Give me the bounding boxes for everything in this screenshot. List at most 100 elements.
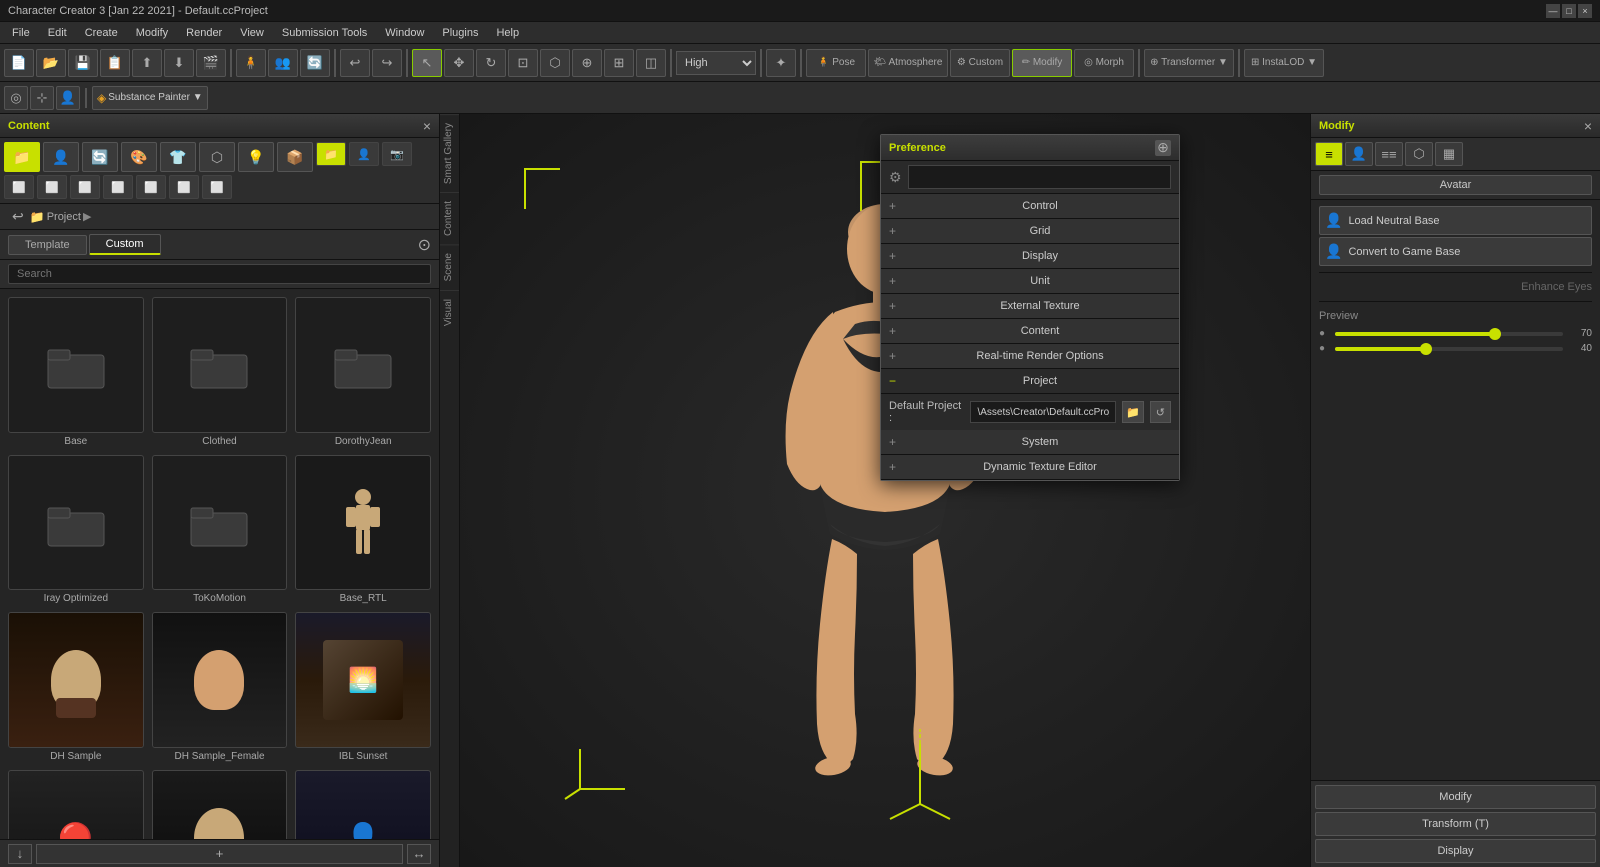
- asset-item-extra-2[interactable]: [152, 770, 288, 839]
- content-subtab-3[interactable]: 📷: [382, 142, 412, 166]
- breadcrumb-back[interactable]: ↩: [8, 208, 28, 225]
- menu-plugins[interactable]: Plugins: [434, 25, 486, 41]
- move-button[interactable]: ✥: [444, 49, 474, 77]
- tab-template[interactable]: Template: [8, 235, 87, 255]
- side-tab-smart-gallery[interactable]: Smart Gallery: [440, 114, 459, 192]
- asset-item-iray[interactable]: Iray Optimized: [8, 455, 144, 605]
- preview-slider-track-1[interactable]: [1335, 332, 1563, 336]
- light-button[interactable]: ✦: [766, 49, 796, 77]
- menu-create[interactable]: Create: [77, 25, 126, 41]
- export-button[interactable]: ⬇: [164, 49, 194, 77]
- preference-close[interactable]: ⊕: [1155, 140, 1171, 156]
- content-tab-folder[interactable]: 📁: [4, 142, 40, 172]
- content-tab-morph[interactable]: 🔄: [82, 142, 118, 172]
- menu-modify[interactable]: Modify: [128, 25, 176, 41]
- load-neutral-base-button[interactable]: 👤 Load Neutral Base: [1319, 206, 1592, 235]
- menu-help[interactable]: Help: [488, 25, 527, 41]
- menu-view[interactable]: View: [232, 25, 272, 41]
- content-subtab-8[interactable]: ⬜: [136, 175, 166, 199]
- preference-search-input[interactable]: [908, 165, 1171, 189]
- pref-project-browse[interactable]: 📁: [1122, 401, 1143, 423]
- content-subtab-2[interactable]: 👤: [349, 142, 379, 166]
- pref-section-grid[interactable]: + Grid: [881, 219, 1179, 244]
- modify-footer-display[interactable]: Display: [1315, 839, 1596, 863]
- menu-edit[interactable]: Edit: [40, 25, 75, 41]
- asset-item-extra-3[interactable]: 👤: [295, 770, 431, 839]
- substance-painter-button[interactable]: ◈ Substance Painter ▼: [92, 86, 208, 110]
- content-tab-material[interactable]: 🎨: [121, 142, 157, 172]
- asset-item-extra-1[interactable]: 🔴: [8, 770, 144, 839]
- modify-tab-mesh[interactable]: ⬡: [1405, 142, 1433, 166]
- modify-footer-transform[interactable]: Transform (T): [1315, 812, 1596, 836]
- pref-section-dynamic-texture[interactable]: + Dynamic Texture Editor: [881, 455, 1179, 480]
- content-subtab-7[interactable]: ⬜: [103, 175, 133, 199]
- modify-footer-modify[interactable]: Modify: [1315, 785, 1596, 809]
- asset-item-tokomation[interactable]: ToKoMotion: [152, 455, 288, 605]
- select-button[interactable]: ↖: [412, 49, 442, 77]
- convert-game-base-button[interactable]: 👤 Convert to Game Base: [1319, 237, 1592, 266]
- content-subtab-1[interactable]: 📁: [316, 142, 346, 166]
- asset-item-ibl-sunset[interactable]: 🌅 IBL Sunset: [295, 612, 431, 762]
- side-tab-visual[interactable]: Visual: [440, 290, 459, 334]
- transformer-button[interactable]: ⊕ Transformer ▼: [1144, 49, 1234, 77]
- pref-section-realtime[interactable]: + Real-time Render Options: [881, 344, 1179, 369]
- content-tab-characters[interactable]: 👤: [43, 142, 79, 172]
- pref-section-project[interactable]: − Project: [881, 369, 1179, 394]
- tool-btn-5[interactable]: ⬡: [540, 49, 570, 77]
- scale-button[interactable]: ⊡: [508, 49, 538, 77]
- pref-section-system[interactable]: + System: [881, 430, 1179, 455]
- scene-btn-1[interactable]: ◎: [4, 86, 28, 110]
- content-tab-light[interactable]: 💡: [238, 142, 274, 172]
- content-subtab-9[interactable]: ⬜: [169, 175, 199, 199]
- redo-button[interactable]: ↪: [372, 49, 402, 77]
- bottom-download[interactable]: ↓: [8, 844, 32, 864]
- undo-button[interactable]: ↩: [340, 49, 370, 77]
- asset-item-base-rtl[interactable]: Base_RTL: [295, 455, 431, 605]
- pref-section-display[interactable]: + Display: [881, 244, 1179, 269]
- custom-mode-button[interactable]: ⚙ Custom: [950, 49, 1010, 77]
- minimize-button[interactable]: —: [1546, 4, 1560, 18]
- pose-btn-1[interactable]: 🧍: [236, 49, 266, 77]
- pref-section-content[interactable]: + Content: [881, 319, 1179, 344]
- bottom-add[interactable]: +: [36, 844, 403, 864]
- scene-btn-2[interactable]: ⊹: [30, 86, 54, 110]
- asset-item-base[interactable]: Base: [8, 297, 144, 447]
- breadcrumb-project[interactable]: Project: [47, 211, 81, 223]
- close-button[interactable]: ×: [1578, 4, 1592, 18]
- maximize-button[interactable]: □: [1562, 4, 1576, 18]
- menu-render[interactable]: Render: [178, 25, 230, 41]
- preview-slider-track-2[interactable]: [1335, 347, 1563, 351]
- side-tab-scene[interactable]: Scene: [440, 244, 459, 289]
- content-subtab-6[interactable]: ⬜: [70, 175, 100, 199]
- tool-btn-8[interactable]: ◫: [636, 49, 666, 77]
- modify-mode-button[interactable]: ✏ Modify: [1012, 49, 1072, 77]
- content-subtab-10[interactable]: ⬜: [202, 175, 232, 199]
- content-tab-accessories[interactable]: ⬡: [199, 142, 235, 172]
- new-button[interactable]: 📄: [4, 49, 34, 77]
- pref-section-unit[interactable]: + Unit: [881, 269, 1179, 294]
- content-panel-close[interactable]: ×: [423, 118, 431, 134]
- render-button[interactable]: 🎬: [196, 49, 226, 77]
- morph-mode-button[interactable]: ◎ Morph: [1074, 49, 1134, 77]
- pref-section-external-texture[interactable]: + External Texture: [881, 294, 1179, 319]
- modify-panel-close[interactable]: ×: [1584, 118, 1592, 134]
- asset-item-dorothyjean[interactable]: DorothyJean: [295, 297, 431, 447]
- pref-section-control[interactable]: + Control: [881, 194, 1179, 219]
- asset-item-dh-sample[interactable]: DH Sample: [8, 612, 144, 762]
- save-button[interactable]: 💾: [68, 49, 98, 77]
- content-options[interactable]: ⊙: [418, 235, 431, 255]
- content-subtab-4[interactable]: ⬜: [4, 175, 34, 199]
- instalod-button[interactable]: ⊞ InstaLOD ▼: [1244, 49, 1324, 77]
- rotate-button[interactable]: ↻: [476, 49, 506, 77]
- modify-tab-checker[interactable]: ▦: [1435, 142, 1463, 166]
- save-as-button[interactable]: 📋: [100, 49, 130, 77]
- modify-tab-body[interactable]: 👤: [1345, 142, 1373, 166]
- asset-item-dh-sample-female[interactable]: DH Sample_Female: [152, 612, 288, 762]
- menu-file[interactable]: File: [4, 25, 38, 41]
- side-tab-content[interactable]: Content: [440, 192, 459, 244]
- quality-select[interactable]: High Medium Low: [676, 51, 756, 75]
- bottom-expand[interactable]: ↔: [407, 844, 431, 864]
- asset-item-clothed[interactable]: Clothed: [152, 297, 288, 447]
- content-tab-clothing[interactable]: 👕: [160, 142, 196, 172]
- menu-submission-tools[interactable]: Submission Tools: [274, 25, 375, 41]
